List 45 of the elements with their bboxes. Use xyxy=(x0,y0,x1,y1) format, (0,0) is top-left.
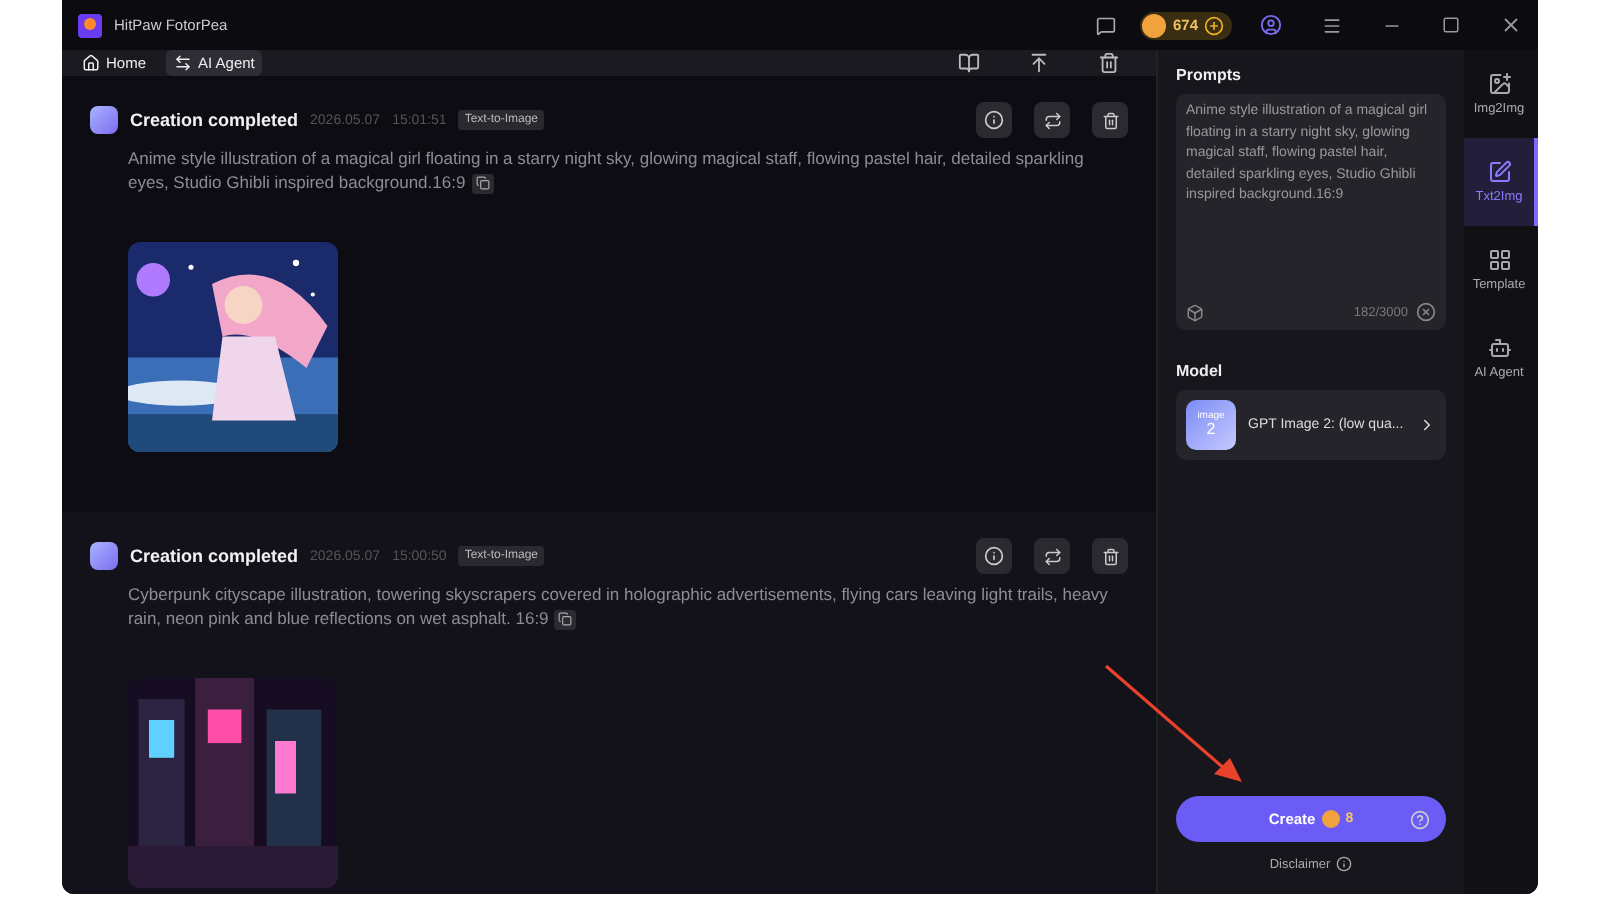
info-icon xyxy=(984,546,1004,566)
help-icon xyxy=(1410,809,1430,829)
swap-icon xyxy=(174,54,193,72)
image-icon xyxy=(1487,72,1511,96)
chat-icon[interactable] xyxy=(1096,15,1117,35)
delete-icon[interactable] xyxy=(1098,52,1120,74)
copy-icon xyxy=(558,612,573,627)
repeat-icon xyxy=(1043,547,1061,565)
grid-icon xyxy=(1487,248,1511,272)
chevron-icon xyxy=(1418,416,1436,434)
model-heading: Model xyxy=(1176,362,1225,380)
prompts-heading: Prompts xyxy=(1176,66,1243,84)
trash-icon xyxy=(1101,111,1119,129)
clear-icon[interactable] xyxy=(1416,302,1436,322)
prompt-text: Anime style illustration of a magical girl floating in a starry night sky, glowing magical staff, flowing pastel hair, detailed sparkling eyes, Studio Ghibli inspired background.16:9 xyxy=(128,146,1086,194)
info-button[interactable] xyxy=(976,102,1012,138)
copy-icon xyxy=(475,176,490,191)
robot-icon xyxy=(1487,336,1511,360)
status-title: Creation completed xyxy=(130,546,299,566)
menu-icon[interactable] xyxy=(1322,15,1342,35)
avatar-icon xyxy=(90,542,118,570)
close-icon[interactable] xyxy=(1500,14,1522,36)
account-icon[interactable] xyxy=(1260,14,1282,36)
book-icon[interactable] xyxy=(958,52,980,74)
maximize-icon[interactable] xyxy=(1442,16,1460,34)
copy-button[interactable] xyxy=(471,173,494,194)
copy-button[interactable] xyxy=(554,609,577,630)
status-title: Creation completed xyxy=(130,110,299,130)
repeat-icon xyxy=(1043,111,1061,129)
info-icon xyxy=(1336,856,1353,872)
delete-button[interactable] xyxy=(1092,102,1128,138)
logo-icon xyxy=(78,13,102,37)
avatar-icon xyxy=(90,106,118,134)
regenerate-button[interactable] xyxy=(1034,538,1070,574)
trash-icon xyxy=(1101,547,1119,565)
regenerate-button[interactable] xyxy=(1034,102,1070,138)
upload-icon[interactable] xyxy=(1028,52,1050,74)
prompt-text: Cyberpunk cityscape illustration, towering skyscrapers covered in holographic advertisements, flying cars leaving light trails, heavy rain, neon pink and blue reflections on wet asphalt. 16:9 xyxy=(128,582,1110,630)
edit-icon xyxy=(1487,160,1511,184)
delete-button[interactable] xyxy=(1092,538,1128,574)
annotation-arrow xyxy=(1102,662,1246,786)
home-icon xyxy=(82,54,100,72)
info-button[interactable] xyxy=(976,538,1012,574)
cube-icon[interactable] xyxy=(1186,303,1204,321)
info-icon xyxy=(984,110,1004,130)
